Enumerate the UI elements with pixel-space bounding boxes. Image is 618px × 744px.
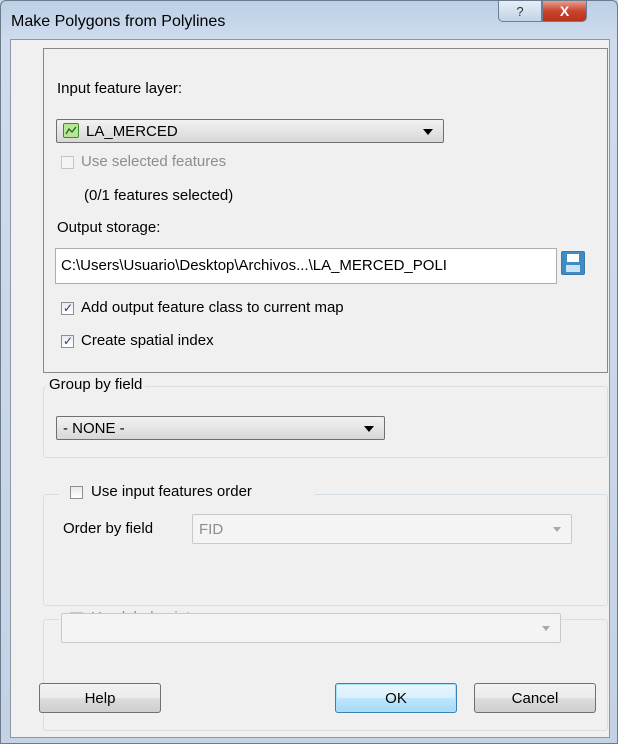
- input-layer-combo[interactable]: LA_MERCED: [56, 119, 444, 143]
- checkmark-icon: ✓: [62, 301, 74, 315]
- floppy-disk-icon: [567, 254, 579, 262]
- window-title: Make Polygons from Polylines: [11, 13, 226, 30]
- add-output-label: Add output feature class to current map: [81, 299, 344, 316]
- chevron-down-icon: [542, 626, 550, 631]
- question-icon: ?: [516, 3, 524, 19]
- close-icon: X: [559, 3, 570, 19]
- order-by-combo[interactable]: FID: [192, 514, 572, 544]
- ok-button[interactable]: OK: [335, 683, 457, 713]
- cancel-button[interactable]: Cancel: [474, 683, 596, 713]
- add-output-checkbox[interactable]: ✓: [61, 301, 74, 315]
- input-layer-label: Input feature layer:: [57, 80, 183, 97]
- output-path-value: C:\Users\Usuario\Desktop\Archivos...\LA_…: [61, 257, 447, 274]
- group-by-combo[interactable]: - NONE -: [56, 416, 385, 440]
- help-button[interactable]: Help: [39, 683, 161, 713]
- output-storage-label: Output storage:: [57, 219, 161, 236]
- input-layer-value: LA_MERCED: [86, 123, 178, 140]
- use-order-checkbox[interactable]: [70, 486, 83, 499]
- use-order-label: Use input features order: [91, 483, 252, 500]
- checkmark-icon: ✓: [62, 334, 74, 348]
- use-selected-checkbox[interactable]: [61, 156, 74, 169]
- context-help-button[interactable]: ?: [498, 1, 542, 22]
- cancel-button-label: Cancel: [511, 689, 559, 707]
- ok-button-label: OK: [385, 689, 407, 707]
- order-group: [43, 494, 608, 606]
- chevron-down-icon: [423, 129, 433, 135]
- order-legend: Use input features order: [59, 483, 315, 503]
- help-button-label: Help: [84, 689, 116, 707]
- group-by-value: - NONE -: [63, 420, 125, 437]
- chevron-down-icon: [553, 527, 561, 532]
- title-bar[interactable]: Make Polygons from Polylines ? X: [1, 1, 617, 39]
- save-output-button[interactable]: [561, 251, 585, 275]
- chevron-down-icon: [364, 426, 374, 432]
- order-by-label: Order by field: [63, 520, 154, 537]
- spatial-index-checkbox[interactable]: ✓: [61, 334, 74, 348]
- order-by-value: FID: [199, 521, 224, 538]
- spatial-index-label: Create spatial index: [81, 332, 214, 349]
- close-button[interactable]: X: [542, 1, 587, 22]
- group-by-legend: Group by field: [46, 376, 146, 393]
- polyline-layer-icon: [63, 123, 79, 138]
- selection-count: (0/1 features selected): [84, 187, 234, 204]
- output-path-field[interactable]: C:\Users\Usuario\Desktop\Archivos...\LA_…: [55, 248, 557, 284]
- use-selected-label: Use selected features: [81, 153, 227, 170]
- label-points-combo[interactable]: [61, 613, 561, 643]
